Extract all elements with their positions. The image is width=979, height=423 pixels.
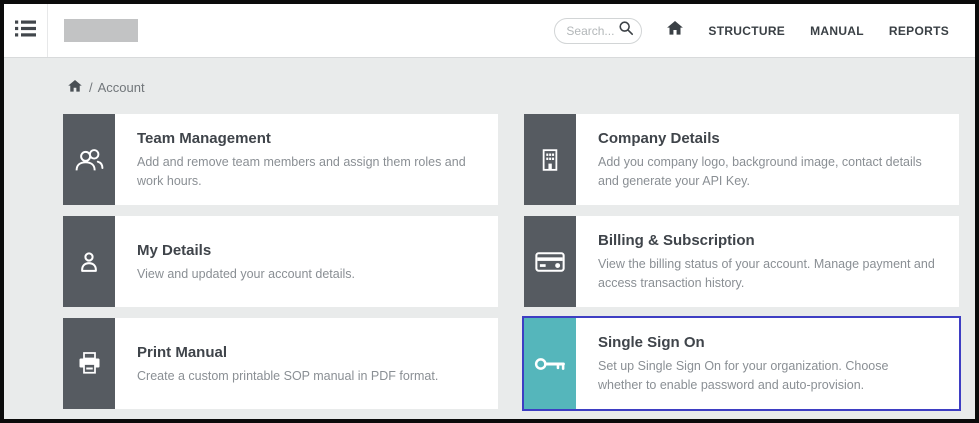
search-input[interactable] (566, 24, 618, 38)
card-description: Add you company logo, background image, … (598, 153, 935, 191)
card-text: Billing & Subscription View the billing … (576, 216, 959, 307)
card-description: Set up Single Sign On for your organizat… (598, 357, 935, 395)
card-text: My Details View and updated your account… (115, 216, 498, 307)
top-header: STRUCTURE MANUAL REPORTS (4, 4, 975, 58)
sidebar-menu-button[interactable] (4, 4, 48, 57)
home-icon (68, 80, 82, 95)
credit-card-icon (535, 251, 565, 273)
card-company-details[interactable]: Company Details Add you company logo, ba… (524, 114, 959, 205)
card-title: Team Management (137, 130, 474, 147)
card-team-management[interactable]: Team Management Add and remove team memb… (63, 114, 498, 205)
card-single-sign-on[interactable]: Single Sign On Set up Single Sign On for… (524, 318, 959, 409)
card-title: Print Manual (137, 344, 474, 361)
app-logo-placeholder (64, 19, 138, 42)
card-text: Team Management Add and remove team memb… (115, 114, 498, 205)
users-icon (74, 147, 105, 173)
card-title: My Details (137, 242, 474, 259)
search-box[interactable] (554, 18, 642, 44)
breadcrumb-current: Account (98, 80, 145, 95)
list-menu-icon (15, 20, 36, 42)
home-nav-button[interactable] (667, 21, 683, 40)
card-description: Add and remove team members and assign t… (137, 153, 474, 191)
card-text: Company Details Add you company logo, ba… (576, 114, 959, 205)
card-description: View and updated your account details. (137, 265, 474, 284)
nav-item-reports[interactable]: REPORTS (889, 24, 949, 38)
app-window: STRUCTURE MANUAL REPORTS / Account (0, 0, 979, 423)
nav-item-structure[interactable]: STRUCTURE (708, 24, 785, 38)
card-icon-box (524, 216, 576, 307)
card-description: View the billing status of your account.… (598, 255, 935, 293)
nav-item-manual[interactable]: MANUAL (810, 24, 864, 38)
card-title: Company Details (598, 130, 935, 147)
card-icon-box (63, 114, 115, 205)
printer-icon (77, 351, 102, 376)
card-print-manual[interactable]: Print Manual Create a custom printable S… (63, 318, 498, 409)
building-icon (538, 147, 562, 173)
card-text: Single Sign On Set up Single Sign On for… (576, 318, 959, 409)
search-icon[interactable] (618, 20, 634, 41)
breadcrumb: / Account (63, 79, 959, 95)
breadcrumb-home-link[interactable] (68, 80, 82, 95)
card-icon-box (63, 318, 115, 409)
card-title: Billing & Subscription (598, 232, 935, 249)
account-cards-grid: Team Management Add and remove team memb… (63, 114, 959, 409)
card-billing-subscription[interactable]: Billing & Subscription View the billing … (524, 216, 959, 307)
card-icon-box (524, 114, 576, 205)
card-title: Single Sign On (598, 334, 935, 351)
user-icon (77, 249, 101, 275)
breadcrumb-separator: / (89, 80, 93, 95)
main-nav: STRUCTURE MANUAL REPORTS (667, 21, 975, 40)
card-icon-box (63, 216, 115, 307)
card-icon-box (524, 318, 576, 409)
card-my-details[interactable]: My Details View and updated your account… (63, 216, 498, 307)
key-icon (533, 355, 567, 373)
card-text: Print Manual Create a custom printable S… (115, 318, 498, 409)
card-description: Create a custom printable SOP manual in … (137, 367, 474, 386)
page-content: / Account (4, 58, 975, 409)
home-icon (667, 21, 683, 40)
